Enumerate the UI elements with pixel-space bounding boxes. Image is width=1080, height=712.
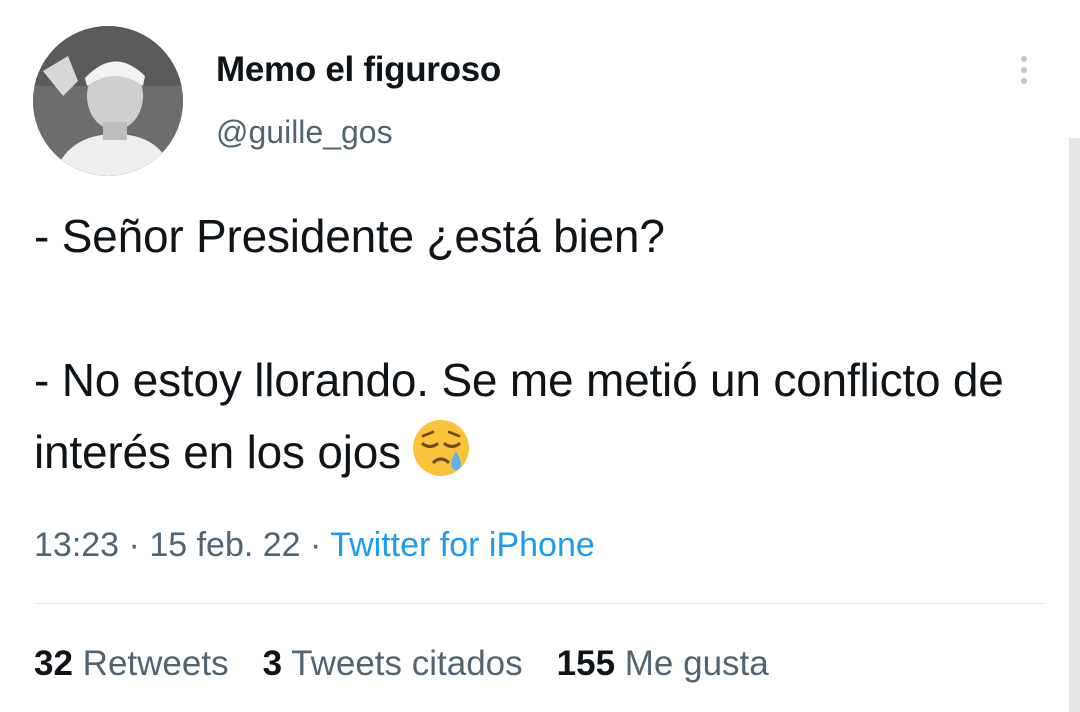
tweet-stats: 32 Retweets 3 Tweets citados 155 Me gust… <box>34 644 769 684</box>
tweet-text-content: - Señor Presidente ¿está bien? - No esto… <box>34 210 1004 478</box>
more-dot <box>1021 56 1027 62</box>
author-handle[interactable]: @guille_gos <box>216 114 393 151</box>
meta-separator: · <box>310 526 322 564</box>
tweet-text: - Señor Presidente ¿está bien? - No esto… <box>34 200 1044 498</box>
tweet-source-link[interactable]: Twitter for iPhone <box>330 526 595 564</box>
author-display-name[interactable]: Memo el figuroso <box>216 50 501 90</box>
retweets-stat[interactable]: 32 Retweets <box>34 644 229 684</box>
quote-tweets-count: 3 <box>262 644 283 683</box>
quote-tweets-label: Tweets citados <box>291 644 523 683</box>
likes-count: 155 <box>556 644 616 683</box>
tweet-meta: 13:23 · 15 feb. 22 · Twitter for iPhone <box>34 526 595 565</box>
more-dot <box>1021 67 1027 73</box>
retweets-label: Retweets <box>82 644 229 683</box>
more-options-button[interactable] <box>1008 50 1040 90</box>
more-dot <box>1021 78 1027 84</box>
divider <box>34 603 1046 604</box>
likes-stat[interactable]: 155 Me gusta <box>557 644 769 684</box>
meta-separator: · <box>128 526 140 564</box>
retweets-count: 32 <box>34 644 73 683</box>
tweet-date[interactable]: 15 feb. 22 <box>149 526 300 564</box>
scrollbar[interactable] <box>1069 138 1080 712</box>
avatar[interactable] <box>33 26 183 176</box>
profile-photo <box>33 26 183 176</box>
likes-label: Me gusta <box>624 644 769 683</box>
tweet-time[interactable]: 13:23 <box>34 526 119 564</box>
sleepy-face-icon <box>411 418 471 498</box>
quote-tweets-stat[interactable]: 3 Tweets citados <box>263 644 523 684</box>
